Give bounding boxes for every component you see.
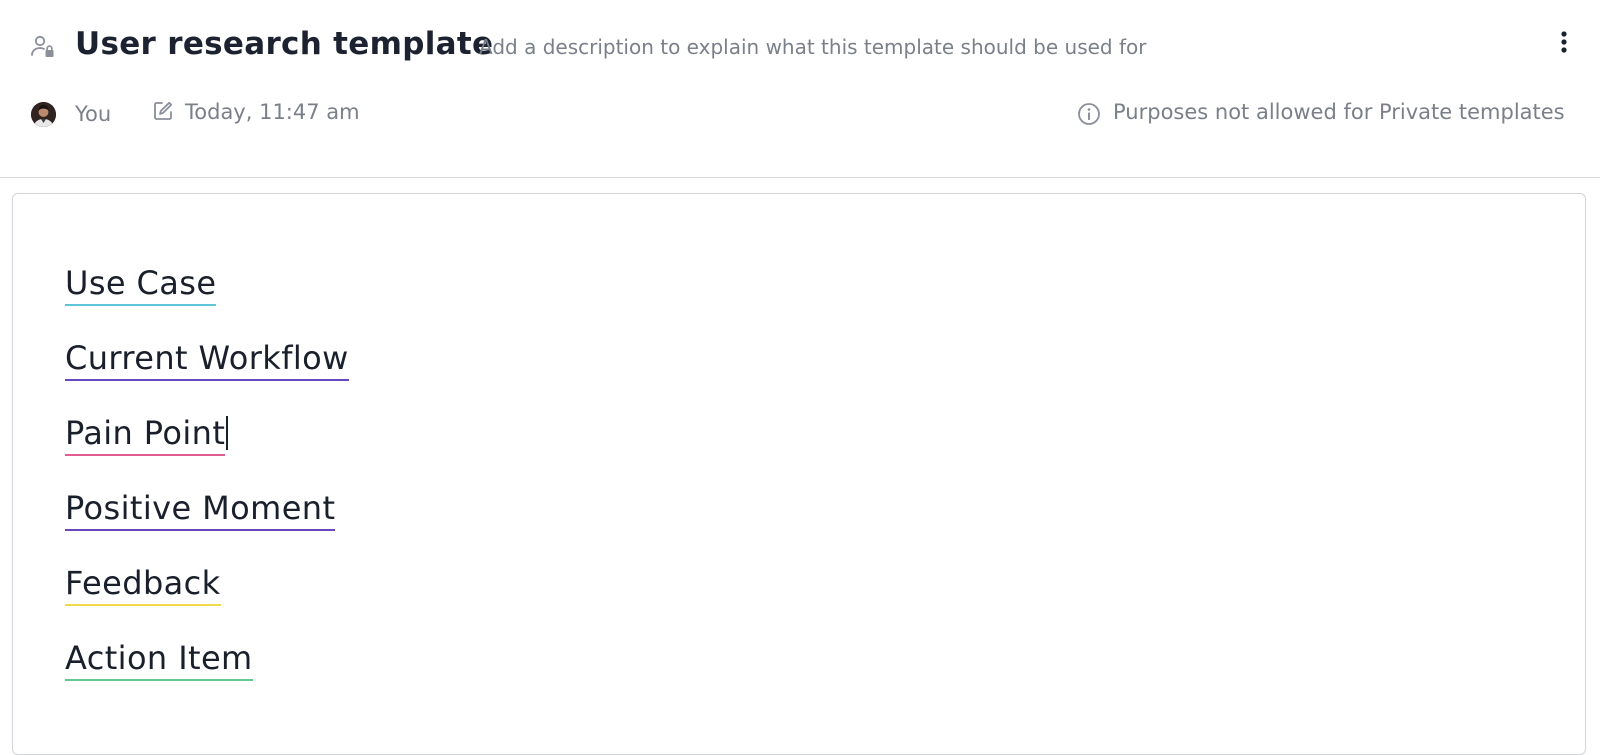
template-title[interactable]: User research template	[75, 26, 493, 62]
tag-label-use-case[interactable]: Use Case	[65, 264, 217, 306]
tag-label-pain-point[interactable]: Pain Point	[65, 414, 226, 456]
more-vertical-icon[interactable]	[1552, 28, 1576, 58]
tag-label-feedback[interactable]: Feedback	[65, 564, 221, 606]
tag-item: Positive Moment	[65, 489, 349, 564]
tag-item: Action Item	[65, 639, 349, 714]
info-icon	[1077, 102, 1101, 126]
private-user-lock-icon	[30, 34, 56, 60]
tag-label-current-workflow[interactable]: Current Workflow	[65, 339, 349, 381]
tag-item: Pain Point	[65, 414, 349, 489]
edit-icon	[152, 100, 174, 122]
tag-item: Use Case	[65, 264, 349, 339]
last-edited-timestamp: Today, 11:47 am	[185, 100, 360, 124]
purposes-note: Purposes not allowed for Private templat…	[1113, 100, 1565, 124]
avatar	[31, 102, 56, 127]
author-name: You	[75, 102, 112, 126]
tag-label-action-item[interactable]: Action Item	[65, 639, 253, 681]
tag-item: Feedback	[65, 564, 349, 639]
text-cursor	[226, 416, 229, 450]
tag-item: Current Workflow	[65, 339, 349, 414]
template-editor[interactable]: Use Case Current Workflow Pain Point Pos…	[12, 193, 1586, 755]
template-description-input[interactable]: Add a description to explain what this t…	[479, 35, 1146, 59]
tag-label-positive-moment[interactable]: Positive Moment	[65, 489, 336, 531]
template-header: User research template Add a description…	[0, 0, 1600, 178]
tag-list: Use Case Current Workflow Pain Point Pos…	[65, 264, 349, 714]
